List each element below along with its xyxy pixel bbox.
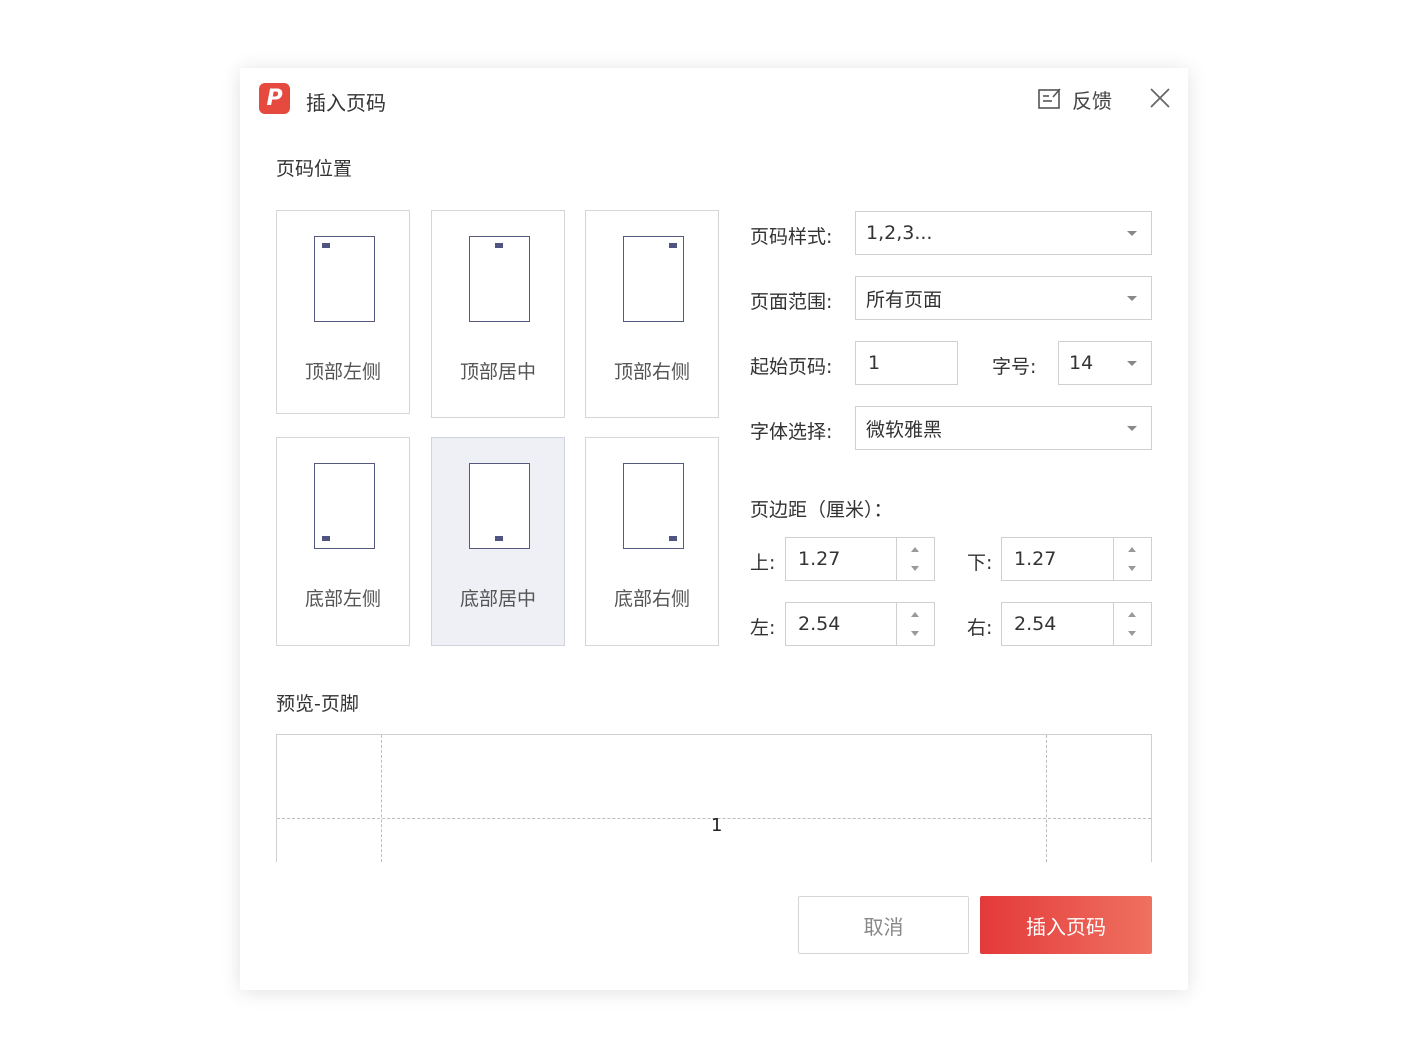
margin-top-value: 1.27 <box>798 548 841 570</box>
page-thumbnail <box>314 463 375 549</box>
font-family-value: 微软雅黑 <box>866 418 943 441</box>
page-thumbnail <box>469 236 530 322</box>
app-logo-letter: P <box>266 86 283 111</box>
chevron-down-icon <box>1127 296 1137 301</box>
position-option-bottom-left[interactable]: 底部左侧 <box>276 437 410 646</box>
font-family-select[interactable]: 微软雅黑 <box>855 406 1152 450</box>
page-thumbnail <box>469 463 530 549</box>
margin-left-value: 2.54 <box>798 613 841 635</box>
margin-bottom-label: 下: <box>967 552 993 574</box>
feedback-icon <box>1038 88 1061 109</box>
page-thumbnail <box>314 236 375 322</box>
increment-icon[interactable] <box>911 612 919 617</box>
margin-left-stepper[interactable]: 2.54 <box>785 602 935 646</box>
margins-label: 页边距（厘米）： <box>750 499 893 521</box>
increment-icon[interactable] <box>911 547 919 552</box>
decrement-icon[interactable] <box>1128 631 1136 636</box>
insert-page-number-button[interactable]: 插入页码 <box>980 896 1152 954</box>
decrement-icon[interactable] <box>1128 566 1136 571</box>
position-option-top-center[interactable]: 顶部居中 <box>431 210 565 418</box>
start-number-input[interactable]: 1 <box>855 341 958 385</box>
margin-guide-right <box>1046 735 1047 862</box>
chevron-down-icon <box>1127 361 1137 366</box>
margin-right-stepper[interactable]: 2.54 <box>1001 602 1152 646</box>
margin-top-stepper[interactable]: 1.27 <box>785 537 935 581</box>
stepper-buttons <box>896 538 934 580</box>
page-number-marker <box>495 243 503 248</box>
position-option-bottom-right[interactable]: 底部右侧 <box>585 437 719 646</box>
font-size-label: 字号: <box>992 356 1037 378</box>
margin-guide-left <box>381 735 382 862</box>
margin-right-label: 右: <box>967 617 993 639</box>
position-section-label: 页码位置 <box>276 158 353 180</box>
decrement-icon[interactable] <box>911 631 919 636</box>
preview-page-number: 1 <box>711 815 723 836</box>
position-option-label: 顶部右侧 <box>613 361 690 383</box>
page-thumbnail <box>623 463 684 549</box>
dialog-title: 插入页码 <box>306 91 386 115</box>
position-option-top-left[interactable]: 顶部左侧 <box>276 210 410 414</box>
footer-preview: 1 <box>276 734 1152 862</box>
position-option-bottom-center[interactable]: 底部居中 <box>431 437 565 646</box>
preview-label: 预览-页脚 <box>276 693 359 715</box>
page-range-value: 所有页面 <box>866 288 943 311</box>
page-number-marker <box>322 536 330 541</box>
margin-top-label: 上: <box>750 552 776 574</box>
page-thumbnail <box>623 236 684 322</box>
increment-icon[interactable] <box>1128 612 1136 617</box>
font-size-select[interactable]: 14 <box>1058 341 1152 385</box>
font-size-value: 14 <box>1069 352 1094 374</box>
chevron-down-icon <box>1127 231 1137 236</box>
number-style-value: 1,2,3... <box>866 222 933 244</box>
increment-icon[interactable] <box>1128 547 1136 552</box>
margin-bottom-value: 1.27 <box>1014 548 1057 570</box>
page-number-marker <box>322 243 330 248</box>
position-option-label: 底部左侧 <box>304 588 381 610</box>
page-number-marker <box>669 243 677 248</box>
position-option-label: 顶部居中 <box>459 361 536 383</box>
page-range-select[interactable]: 所有页面 <box>855 276 1152 320</box>
position-option-label: 顶部左侧 <box>304 361 381 383</box>
decrement-icon[interactable] <box>911 566 919 571</box>
page-number-marker <box>669 536 677 541</box>
feedback-button[interactable]: 反馈 <box>1038 85 1112 113</box>
margin-right-value: 2.54 <box>1014 613 1057 635</box>
stepper-buttons <box>1113 538 1151 580</box>
position-option-label: 底部右侧 <box>613 588 690 610</box>
app-logo-icon: P <box>259 83 290 114</box>
number-style-select[interactable]: 1,2,3... <box>855 211 1152 255</box>
font-family-label: 字体选择: <box>750 421 833 443</box>
position-option-label: 底部居中 <box>459 588 536 610</box>
cancel-button[interactable]: 取消 <box>798 896 969 954</box>
stepper-buttons <box>1113 603 1151 645</box>
number-style-label: 页码样式: <box>750 226 833 248</box>
feedback-label: 反馈 <box>1072 88 1112 113</box>
start-number-value: 1 <box>868 352 881 374</box>
margin-bottom-stepper[interactable]: 1.27 <box>1001 537 1152 581</box>
chevron-down-icon <box>1127 426 1137 431</box>
position-option-top-right[interactable]: 顶部右侧 <box>585 210 719 418</box>
start-number-label: 起始页码: <box>750 356 833 378</box>
insert-page-number-dialog: P 插入页码 反馈 页码位置 顶部左侧 顶部居中 顶部右侧 底部左侧 底部居中 … <box>240 68 1188 990</box>
margin-left-label: 左: <box>750 617 776 639</box>
close-icon[interactable] <box>1148 86 1172 110</box>
page-range-label: 页面范围: <box>750 291 833 313</box>
stepper-buttons <box>896 603 934 645</box>
page-number-marker <box>495 536 503 541</box>
